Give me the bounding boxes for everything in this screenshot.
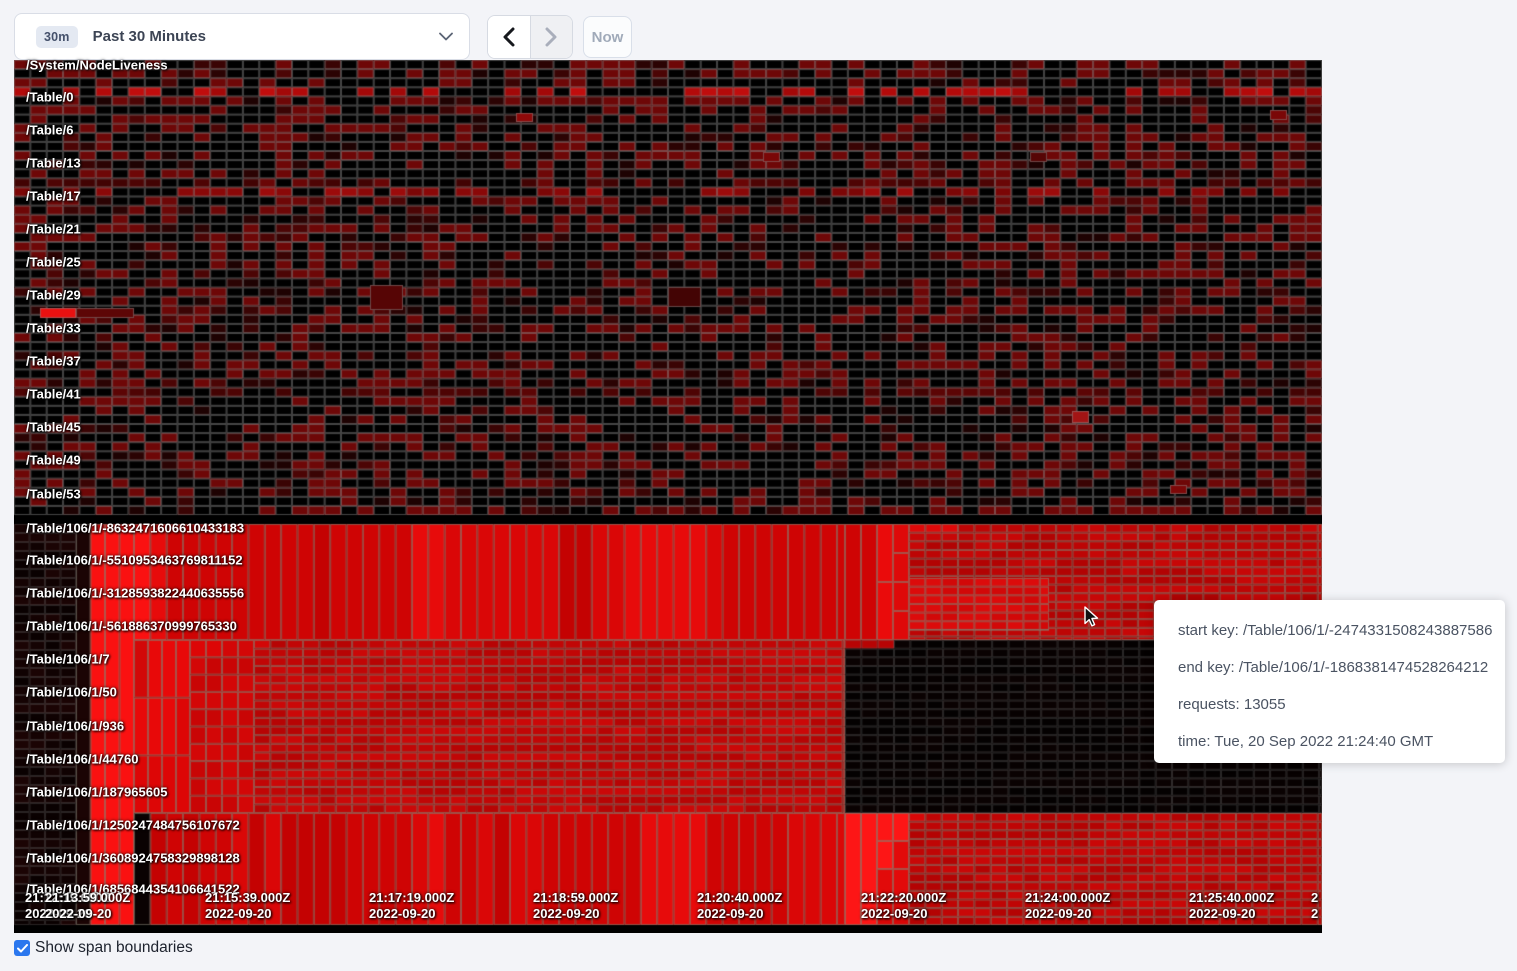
chevron-down-icon (439, 32, 453, 41)
heatmap-canvas[interactable] (14, 60, 1322, 933)
key-visualizer-heatmap: /System/NodeLiveness/Table/0/Table/6/Tab… (14, 60, 1322, 933)
prev-time-button[interactable] (488, 16, 530, 58)
chevron-left-icon (503, 27, 515, 47)
key-visualizer-page: 30m Past 30 Minutes Now /System/NodeLive… (0, 0, 1517, 971)
show-span-boundaries-label: Show span boundaries (35, 939, 193, 957)
tooltip-time: time: Tue, 20 Sep 2022 21:24:40 GMT (1178, 723, 1495, 760)
span-hover-tooltip: start key: /Table/106/1/-247433150824388… (1154, 600, 1505, 763)
tooltip-end-key: end key: /Table/106/1/-18683814745282642… (1178, 649, 1495, 686)
time-window-dropdown[interactable]: 30m Past 30 Minutes (14, 13, 470, 60)
check-icon (17, 944, 28, 953)
time-nav-group (487, 15, 573, 59)
now-button[interactable]: Now (583, 16, 632, 58)
show-span-boundaries-checkbox[interactable] (14, 940, 30, 956)
tooltip-requests: requests: 13055 (1178, 686, 1495, 723)
time-window-label: Past 30 Minutes (93, 28, 439, 45)
chevron-right-icon (545, 27, 557, 47)
time-window-badge: 30m (36, 26, 78, 48)
tooltip-start-key: start key: /Table/106/1/-247433150824388… (1178, 612, 1495, 649)
footer-controls: Show span boundaries (14, 939, 193, 957)
next-time-button[interactable] (530, 16, 573, 58)
